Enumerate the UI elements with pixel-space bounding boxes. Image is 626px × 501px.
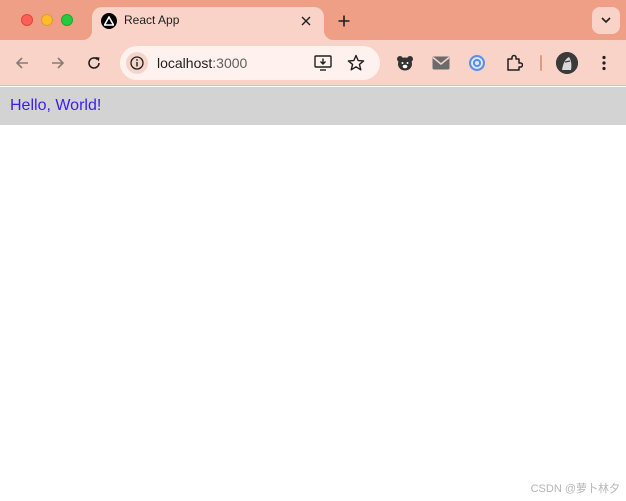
install-app-icon[interactable]	[312, 52, 334, 74]
app-header: Hello, World!	[0, 87, 626, 125]
url-text[interactable]: localhost:3000	[157, 55, 247, 71]
reload-icon[interactable]	[83, 52, 105, 74]
profile-avatar[interactable]	[556, 52, 578, 74]
blue-circle-extension-icon[interactable]	[466, 52, 488, 74]
mail-extension-icon[interactable]	[430, 52, 452, 74]
bear-extension-icon[interactable]	[394, 52, 416, 74]
bookmark-star-icon[interactable]	[345, 52, 367, 74]
toolbar-divider	[540, 55, 542, 71]
react-app-favicon-icon	[101, 13, 117, 29]
extensions-puzzle-icon[interactable]	[503, 52, 525, 74]
window-zoom-button[interactable]	[61, 14, 73, 26]
watermark-text: CSDN @萝卜林夕	[530, 483, 620, 495]
tab-close-icon[interactable]	[296, 11, 316, 31]
tab-search-chevron-down-icon[interactable]	[592, 7, 620, 34]
new-tab-icon[interactable]	[333, 10, 355, 32]
site-info-icon[interactable]	[126, 52, 148, 74]
url-port: :3000	[212, 55, 248, 71]
tab-react-app[interactable]: React App	[82, 7, 334, 40]
more-menu-icon[interactable]	[593, 52, 615, 74]
browser-toolbar: localhost:3000	[0, 40, 626, 86]
window-minimize-button[interactable]	[41, 14, 53, 26]
hello-world-text: Hello, World!	[10, 97, 102, 114]
tab-title: React App	[124, 13, 180, 27]
url-host: localhost	[157, 55, 213, 71]
forward-arrow-icon[interactable]	[47, 52, 69, 74]
tab-strip: React App	[0, 0, 626, 40]
address-bar[interactable]: localhost:3000	[120, 46, 380, 80]
back-arrow-icon[interactable]	[11, 52, 33, 74]
window-close-button[interactable]	[21, 14, 33, 26]
